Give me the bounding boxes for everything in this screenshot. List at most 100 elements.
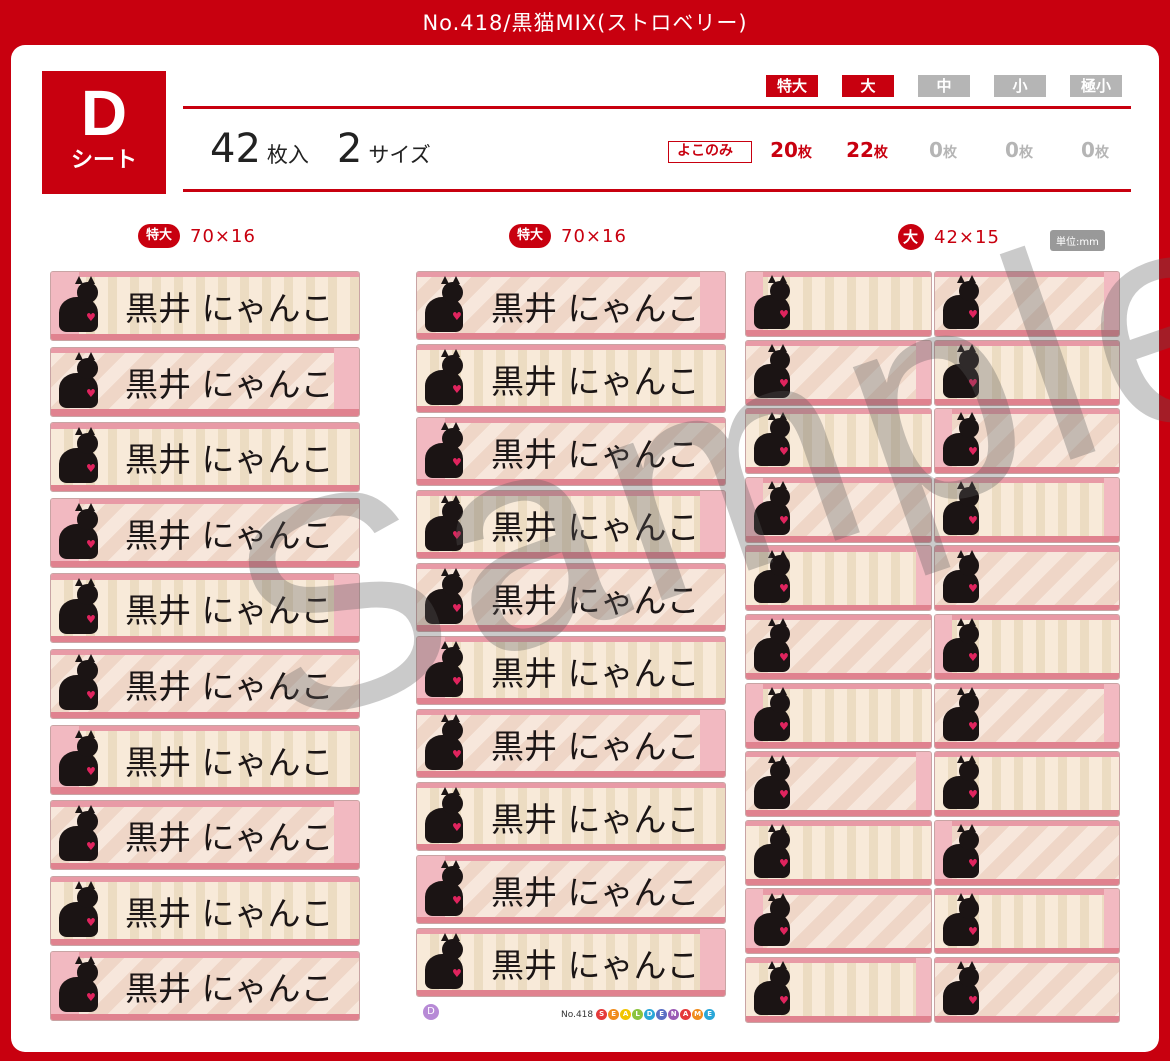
cat-ear xyxy=(451,349,460,357)
cat-ear xyxy=(968,275,977,284)
quantity-1: 20枚 xyxy=(770,138,812,162)
cat-ear xyxy=(75,276,84,284)
lace-right xyxy=(700,710,725,777)
cat-ear xyxy=(86,956,95,965)
ribbon-bow-icon: ♥ xyxy=(452,821,462,834)
label-name-text: 黒井 にゃんこ xyxy=(491,288,700,328)
name-label: ♥ 黒井 にゃんこ xyxy=(50,271,360,341)
size-header-5: 極小 xyxy=(1070,75,1122,97)
cat-head xyxy=(959,692,979,713)
black-cat-icon xyxy=(425,933,463,989)
cat-ear xyxy=(440,714,449,722)
cat-ear xyxy=(86,729,95,738)
black-cat-icon xyxy=(425,568,463,624)
column-size-badge: 大 xyxy=(898,224,924,250)
cat-head xyxy=(959,967,979,988)
cat-ear xyxy=(968,481,977,490)
cat-head xyxy=(959,281,979,302)
size-count: 2 xyxy=(336,126,363,172)
cat-ear xyxy=(768,961,777,970)
cat-ear xyxy=(451,714,460,722)
name-label: ♥ 黒井 にゃんこ xyxy=(416,855,726,924)
ribbon-bow-icon: ♥ xyxy=(452,894,462,907)
cat-ear xyxy=(86,654,95,662)
ribbon-bow-icon: ♥ xyxy=(452,310,462,323)
cat-ear xyxy=(440,422,449,430)
label-count-unit: 枚入 xyxy=(266,143,309,167)
divider-top xyxy=(183,106,1131,109)
name-label: ♥ 黒井 にゃんこ xyxy=(416,928,726,997)
lace-right xyxy=(916,340,931,405)
label-name-text: 黒井 にゃんこ xyxy=(491,434,700,474)
name-label: ♥ xyxy=(745,682,932,749)
cat-head xyxy=(442,428,463,449)
name-label: ♥ 黒井 にゃんこ xyxy=(50,951,360,1022)
black-cat-icon xyxy=(425,276,463,332)
black-cat-icon xyxy=(59,276,98,332)
label-name-text: 黒井 にゃんこ xyxy=(491,653,700,693)
ribbon-bow-icon: ♥ xyxy=(779,376,789,390)
cat-head xyxy=(76,811,98,833)
label-name-text: 黒井 にゃんこ xyxy=(125,667,334,706)
cat-ear xyxy=(768,824,777,833)
size-header-2: 大 xyxy=(842,75,894,97)
black-cat-icon xyxy=(425,641,463,697)
black-cat-icon xyxy=(59,578,98,635)
name-label: ♥ 黒井 にゃんこ xyxy=(50,800,360,871)
name-label: ♥ 黒井 にゃんこ xyxy=(416,490,726,559)
cat-ear xyxy=(75,351,84,360)
lace-right xyxy=(916,958,931,1022)
cat-ear xyxy=(451,860,460,868)
cat-ear xyxy=(451,495,460,503)
black-cat-icon xyxy=(425,787,463,843)
cat-ear xyxy=(440,495,449,503)
black-cat-icon xyxy=(943,412,979,467)
black-cat-icon xyxy=(943,824,979,878)
cat-ear xyxy=(957,892,966,901)
cat-ear xyxy=(768,618,777,627)
cat-head xyxy=(76,508,98,530)
ribbon-bow-icon: ♥ xyxy=(968,376,978,390)
name-label: ♥ xyxy=(934,614,1120,680)
cat-ear xyxy=(440,933,449,941)
brand-letter: E xyxy=(608,1009,620,1020)
ribbon-bow-icon: ♥ xyxy=(968,513,978,527)
size-count-unit: サイズ xyxy=(368,143,431,167)
ribbon-bow-icon: ♥ xyxy=(968,445,978,459)
cat-ear xyxy=(968,549,977,558)
cat-head xyxy=(76,660,98,681)
black-cat-icon xyxy=(754,618,790,672)
ribbon-bow-icon: ♥ xyxy=(779,513,789,527)
cat-head xyxy=(770,624,790,645)
lace-right xyxy=(700,272,725,339)
cat-head xyxy=(770,967,790,988)
cat-head xyxy=(770,898,790,919)
ribbon-bow-icon: ♥ xyxy=(779,651,789,664)
cat-head xyxy=(959,829,979,850)
lace-right xyxy=(334,574,359,643)
ribbon-bow-icon: ♥ xyxy=(452,529,462,542)
black-cat-icon xyxy=(754,755,790,810)
cat-head xyxy=(76,886,98,908)
ribbon-bow-icon: ♥ xyxy=(779,788,789,802)
name-label: ♥ xyxy=(745,819,932,886)
lace-right xyxy=(334,347,359,416)
sheet-badge: D シート xyxy=(42,71,166,194)
black-cat-icon xyxy=(943,275,979,329)
black-cat-icon xyxy=(59,956,98,1013)
label-name-text: 黒井 にゃんこ xyxy=(125,364,334,404)
black-cat-icon xyxy=(943,755,979,810)
cat-head xyxy=(442,720,463,741)
ribbon-bow-icon: ♥ xyxy=(86,462,96,476)
cat-ear xyxy=(968,824,977,833)
cat-head xyxy=(770,761,790,782)
cat-head xyxy=(442,355,463,376)
cat-ear xyxy=(957,824,966,833)
cat-ear xyxy=(451,422,460,430)
black-cat-icon xyxy=(425,714,463,770)
label-name-text: 黒井 にゃんこ xyxy=(491,507,700,547)
column-header-3: 大 42×15 xyxy=(898,224,1000,250)
name-label: ♥ xyxy=(934,545,1120,612)
name-label: ♥ 黒井 にゃんこ xyxy=(50,649,360,719)
yoko-only-tag: よこのみ xyxy=(668,141,752,163)
